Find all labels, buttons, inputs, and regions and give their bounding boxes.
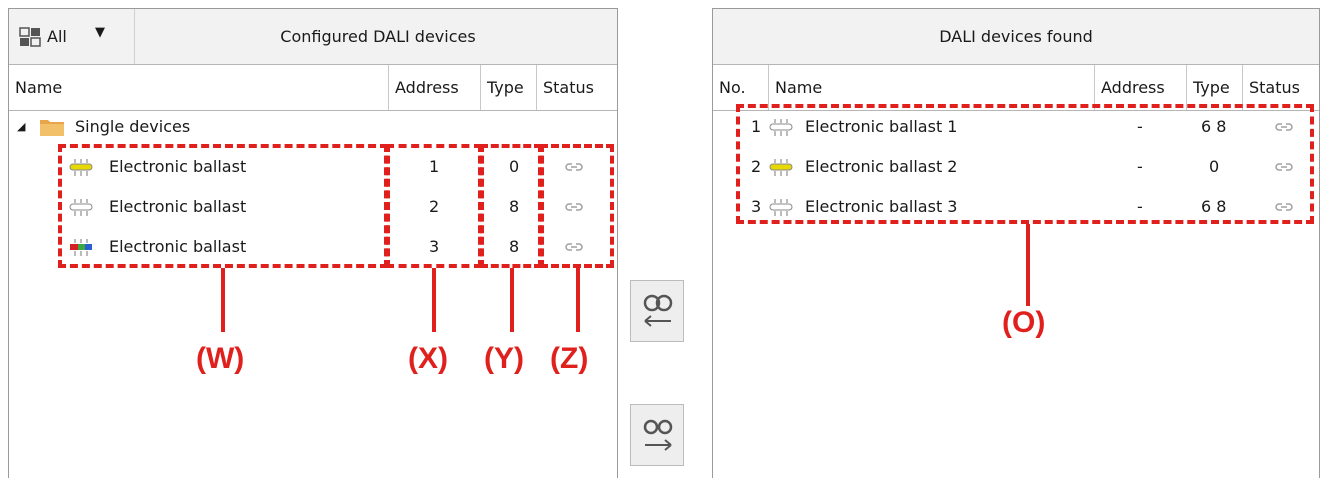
dropdown-caret-icon: ▼ <box>95 25 105 40</box>
annotation-box-w <box>58 144 388 268</box>
filter-label: All <box>47 27 67 46</box>
annotation-box-y <box>480 144 542 268</box>
callout-w: (W) <box>196 342 245 375</box>
column-name[interactable]: Name <box>9 65 389 110</box>
annotation-leader-z <box>576 268 580 332</box>
folder-icon <box>40 120 64 136</box>
configured-devices-titlebar: All ▼ Configured DALI devices <box>9 9 617 65</box>
callout-y: (Y) <box>484 342 524 375</box>
device-filter-icon <box>19 27 41 47</box>
annotation-leader-o <box>1026 224 1030 306</box>
column-type[interactable]: Type <box>481 65 537 110</box>
assign-device-button[interactable] <box>630 280 684 342</box>
annotation-box-x <box>386 144 482 268</box>
configured-devices-column-header: Name Address Type Status <box>9 65 617 111</box>
annotation-leader-x <box>432 268 436 332</box>
device-filter-dropdown[interactable]: All ▼ <box>9 9 135 64</box>
found-devices-title: DALI devices found <box>939 27 1093 46</box>
column-status[interactable]: Status <box>537 65 619 110</box>
configured-devices-title: Configured DALI devices <box>280 27 476 46</box>
unlink-icon <box>643 419 673 451</box>
found-devices-panel: DALI devices found No. Name Address Type… <box>712 8 1320 478</box>
expand-triangle-icon[interactable]: ◢ <box>17 107 25 147</box>
callout-o: (O) <box>1002 306 1046 339</box>
group-label: Single devices <box>75 117 191 136</box>
annotation-leader-w <box>221 268 225 332</box>
unassign-device-button[interactable] <box>630 404 684 466</box>
callout-x: (X) <box>408 342 448 375</box>
tree-group-single-devices[interactable]: ◢ Single devices <box>9 107 617 147</box>
callout-z: (Z) <box>550 342 589 375</box>
found-devices-titlebar: DALI devices found <box>713 9 1319 65</box>
column-address[interactable]: Address <box>389 65 481 110</box>
annotation-box-o <box>736 104 1314 224</box>
annotation-leader-y <box>510 268 514 332</box>
annotation-box-z <box>540 144 614 268</box>
link-assign-icon <box>643 294 673 327</box>
